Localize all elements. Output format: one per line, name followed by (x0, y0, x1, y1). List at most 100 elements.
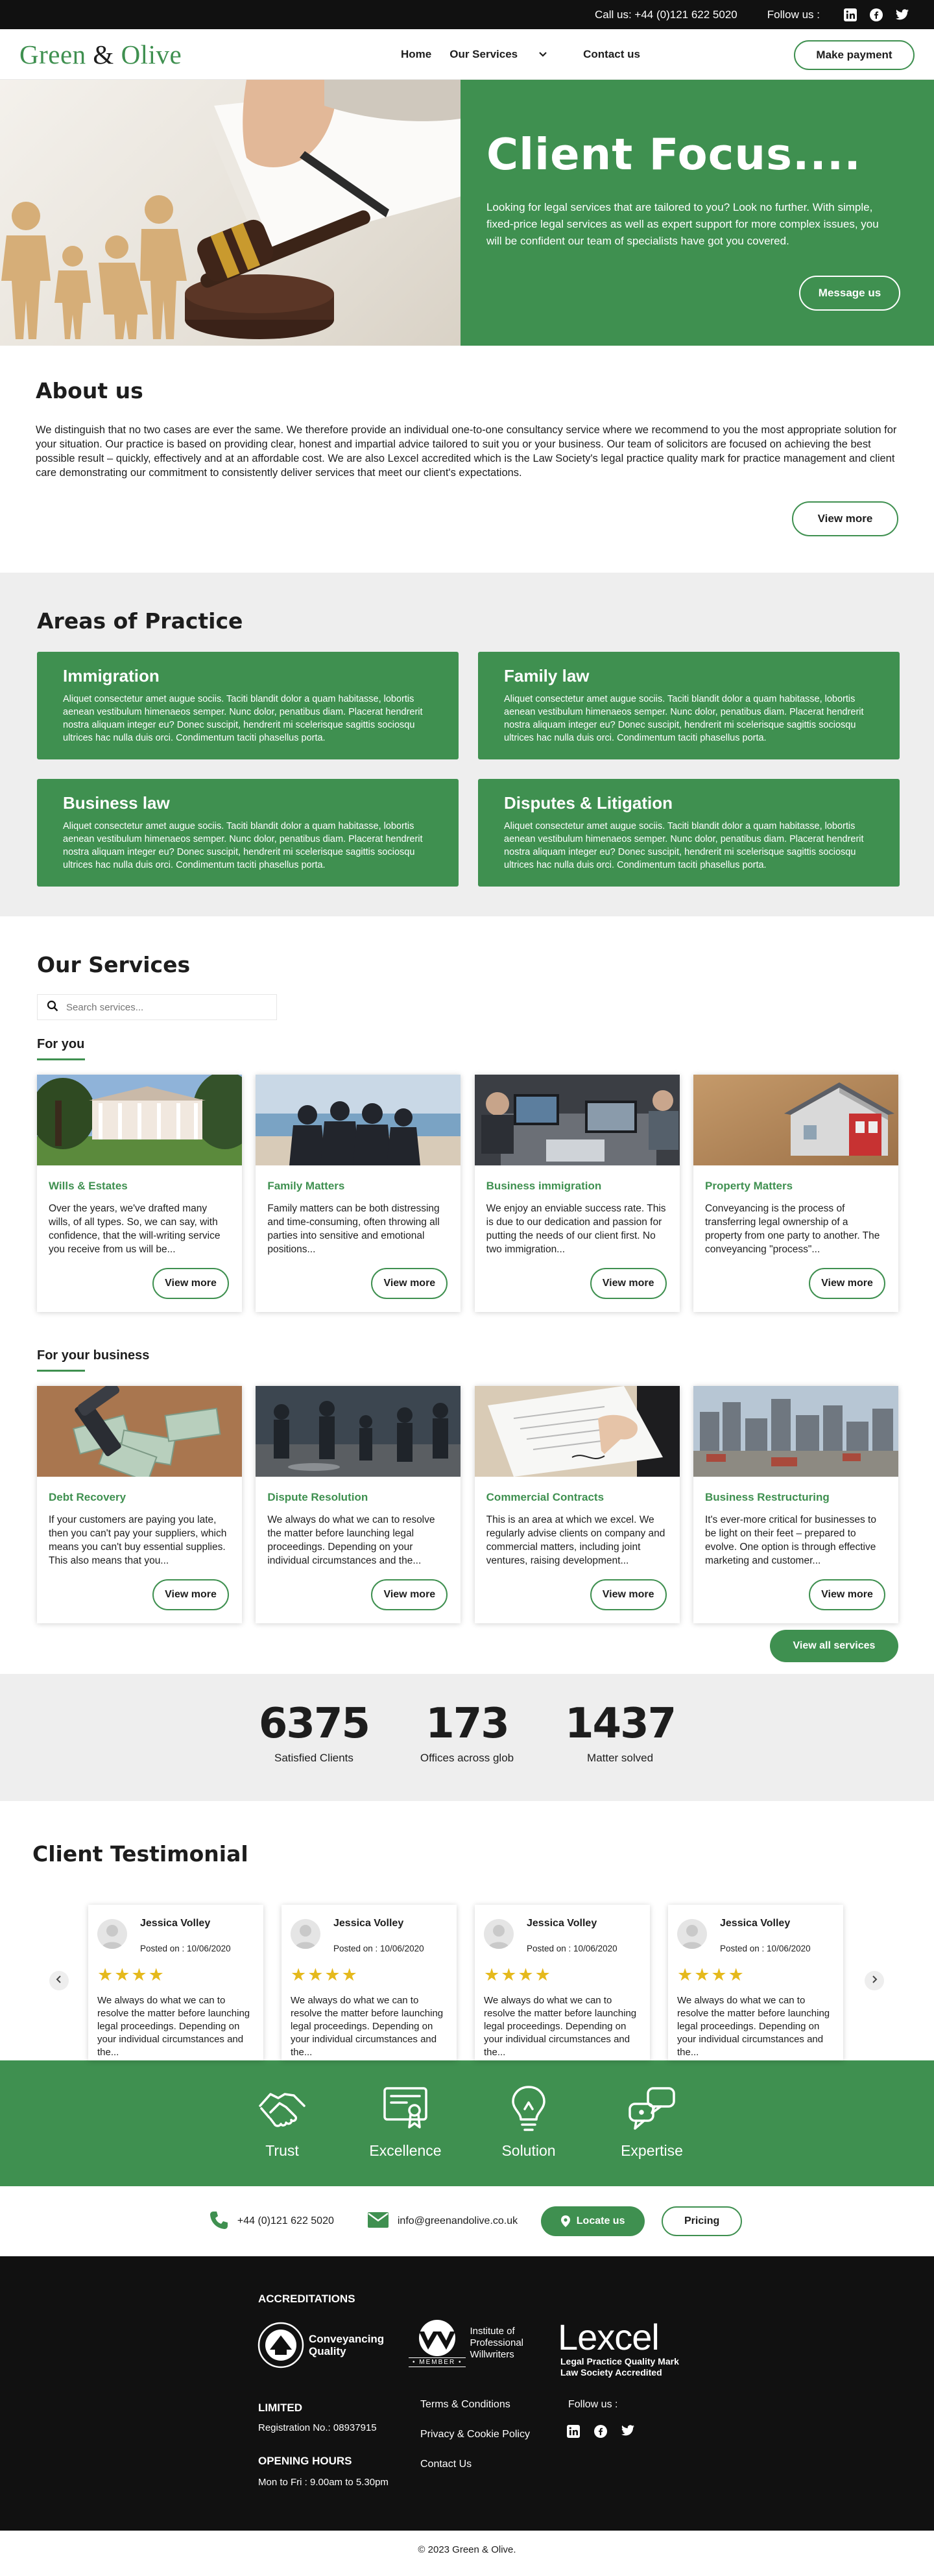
service-card-commercial-contracts[interactable]: Commercial Contracts This is an area at … (474, 1386, 680, 1623)
testimonial-carousel: Jessica Volley Posted on : 10/06/2020 ★★… (88, 1905, 843, 2060)
nav-contact-us[interactable]: Contact us (583, 48, 640, 61)
star-rating: ★★★★ (677, 1965, 745, 1985)
group-title: For you (37, 1037, 85, 1051)
page: Call us: +44 (0)121 622 5020 Follow us :… (0, 0, 934, 2569)
service-card-text: Over the years, we've drafted many wills… (49, 1203, 221, 1255)
testimonial-date: Posted on : 10/06/2020 (140, 1944, 231, 1953)
service-view-more-button[interactable]: View more (590, 1579, 667, 1610)
stat-offices: 173 Offices across glob (418, 1701, 516, 1801)
site-header: Green & Olive Home Our Services Contact … (0, 29, 934, 80)
testimonial-date: Posted on : 10/06/2020 (333, 1944, 424, 1953)
area-card-text: Aliquet consectetur amet augue sociis. T… (504, 821, 864, 870)
area-card-business-law[interactable]: Business law Aliquet consectetur amet au… (37, 779, 459, 887)
hero-title: Client Focus.... (486, 129, 861, 180)
service-card-business-restructuring[interactable]: Business Restructuring It's ever-more cr… (693, 1386, 898, 1623)
service-view-more-button[interactable]: View more (590, 1268, 667, 1299)
stat-number: 1437 (565, 1700, 677, 1748)
area-card-immigration[interactable]: Immigration Aliquet consectetur amet aug… (37, 652, 459, 759)
nav-home[interactable]: Home (401, 48, 431, 61)
avatar (484, 1919, 514, 1949)
service-card-family-matters[interactable]: Family Matters Family matters can be bot… (256, 1075, 461, 1312)
stat-satisfied-clients: 6375 Satisfied Clients (259, 1701, 370, 1801)
ipw-line3: Willwriters (470, 2348, 514, 2360)
footer-link-terms[interactable]: Terms & Conditions (420, 2399, 510, 2411)
service-card-business-immigration[interactable]: Business immigration We enjoy an enviabl… (474, 1075, 680, 1312)
service-card-title: Family Matters (267, 1180, 345, 1192)
pricing-button[interactable]: Pricing (662, 2206, 743, 2236)
service-card-dispute-resolution[interactable]: Dispute Resolution We always do what we … (256, 1386, 461, 1623)
view-all-services-button[interactable]: View all services (770, 1630, 898, 1662)
twitter-icon[interactable] (895, 8, 909, 22)
linkedin-icon[interactable] (567, 2425, 580, 2438)
testimonial-name: Jessica Volley (527, 1918, 597, 1929)
about-title: About us (36, 378, 143, 403)
service-card-title: Debt Recovery (49, 1491, 126, 1503)
area-card-family-law[interactable]: Family law Aliquet consectetur amet augu… (478, 652, 900, 759)
carousel-next-button[interactable] (865, 1971, 884, 1990)
service-view-more-button[interactable]: View more (371, 1579, 448, 1610)
facebook-icon[interactable] (869, 8, 883, 22)
about-view-more-button[interactable]: View more (792, 501, 898, 536)
contact-email[interactable]: info@greenandolive.co.uk (367, 2212, 518, 2231)
service-card-title: Business immigration (486, 1180, 602, 1192)
facebook-icon[interactable] (594, 2425, 607, 2438)
testimonial-card: Jessica Volley Posted on : 10/06/2020 ★★… (475, 1905, 650, 2060)
feature-excellence: Excellence (360, 2080, 451, 2186)
linkedin-icon[interactable] (843, 8, 857, 22)
lexcel-title: Lexcel (558, 2317, 660, 2357)
service-card-property-matters[interactable]: Property Matters Conveyancing is the pro… (693, 1075, 898, 1312)
message-us-button[interactable]: Message us (799, 276, 900, 311)
group-underline (37, 1058, 85, 1060)
testimonial-text: We always do what we can to resolve the … (291, 1995, 444, 2058)
group-for-your-business: For your business (37, 1331, 898, 1372)
nav-our-services[interactable]: Our Services (449, 48, 565, 61)
services-title: Our Services (37, 952, 191, 977)
ipw-line2: Professional (470, 2337, 523, 2348)
chevron-right-icon (871, 1975, 878, 1986)
hero: Client Focus.... Looking for legal servi… (0, 80, 934, 346)
twitter-icon[interactable] (621, 2425, 634, 2438)
testimonial-section: Client Testimonial Jessica Volley Posted… (0, 1801, 934, 2060)
service-image-city (693, 1386, 898, 1477)
lightbulb-icon (483, 2080, 574, 2138)
service-view-more-button[interactable]: View more (808, 1579, 885, 1610)
copyright: © 2023 Green & Olive. (418, 2544, 516, 2555)
lexcel-logo: Lexcel Legal Practice Quality Mark Law S… (558, 2319, 679, 2378)
area-card-disputes-litigation[interactable]: Disputes & Litigation Aliquet consectetu… (478, 779, 900, 887)
footer-link-privacy[interactable]: Privacy & Cookie Policy (420, 2429, 530, 2440)
contact-phone[interactable]: +44 (0)121 622 5020 (209, 2210, 334, 2233)
location-pin-icon (560, 2215, 570, 2227)
service-view-more-button[interactable]: View more (152, 1579, 229, 1610)
stat-label: Matter solved (587, 1752, 654, 1764)
make-payment-button[interactable]: Make payment (794, 40, 915, 70)
footer-follow-us: Follow us : (568, 2399, 618, 2410)
call-us-text[interactable]: Call us: +44 (0)121 622 5020 (595, 8, 737, 21)
feature-label: Excellence (369, 2142, 442, 2159)
star-rating: ★★★★ (291, 1965, 359, 1985)
ipw-line1: Institute of (470, 2325, 515, 2337)
carousel-prev-button[interactable] (49, 1971, 69, 1990)
service-image-family (256, 1075, 461, 1165)
search-input[interactable] (66, 1001, 261, 1013)
service-view-more-button[interactable]: View more (371, 1268, 448, 1299)
service-image-signing (474, 1386, 680, 1477)
chevron-down-icon (539, 52, 547, 57)
locate-us-button[interactable]: Locate us (541, 2206, 645, 2236)
service-view-more-button[interactable]: View more (808, 1268, 885, 1299)
service-card-title: Property Matters (704, 1180, 793, 1192)
service-image-crowd (256, 1386, 461, 1477)
cq-line1: Conveyancing (309, 2333, 385, 2345)
service-card-debt-recovery[interactable]: Debt Recovery If your customers are payi… (37, 1382, 242, 1623)
avatar (291, 1919, 320, 1949)
testimonial-card: Jessica Volley Posted on : 10/06/2020 ★★… (668, 1905, 843, 2060)
service-card-text: We enjoy an enviable success rate. This … (486, 1203, 666, 1255)
testimonial-date: Posted on : 10/06/2020 (720, 1944, 811, 1953)
site-logo[interactable]: Green & Olive (19, 39, 182, 70)
footer-link-contact[interactable]: Contact Us (420, 2459, 472, 2470)
feature-label: Expertise (621, 2142, 683, 2159)
testimonial-name: Jessica Volley (333, 1918, 404, 1929)
stats-section: 6375 Satisfied Clients 173 Offices acros… (0, 1674, 934, 1801)
service-view-more-button[interactable]: View more (152, 1268, 229, 1299)
services-search (37, 994, 277, 1020)
service-card-wills-estates[interactable]: Wills & Estates Over the years, we've dr… (30, 1071, 257, 1312)
